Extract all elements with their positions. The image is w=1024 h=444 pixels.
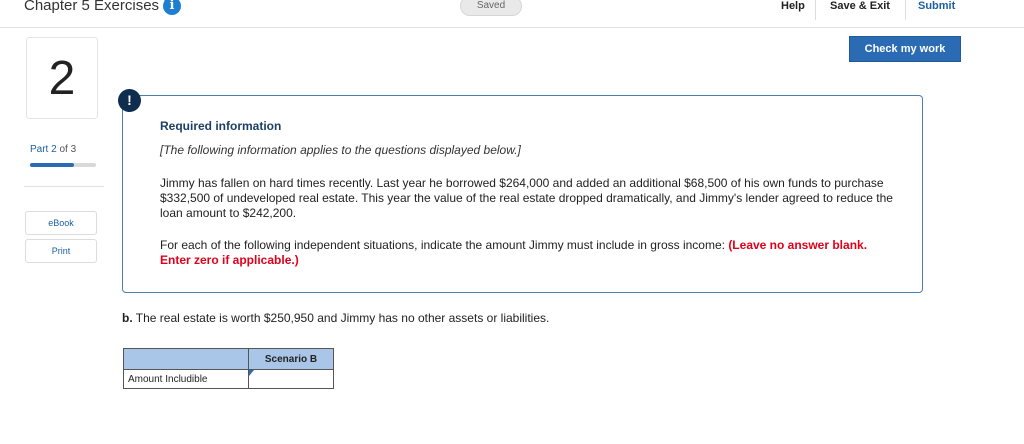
amount-includible-label: Amount Includible <box>123 369 249 389</box>
question-text: The real estate is worth $250,950 and Ji… <box>135 311 550 325</box>
required-information-box: Required information [The following info… <box>122 95 923 293</box>
scenario-b-header: Scenario B <box>248 348 334 370</box>
question-letter: b. <box>122 311 133 325</box>
amount-includible-input[interactable] <box>248 369 334 389</box>
instruction-text: For each of the following independent si… <box>160 238 900 268</box>
answer-table-corner <box>123 348 249 370</box>
save-exit-link[interactable]: Save & Exit <box>830 0 890 12</box>
required-info-title: Required information <box>160 119 282 133</box>
saved-status-badge: Saved <box>460 0 522 16</box>
table-row: Amount Includible <box>123 369 334 389</box>
problem-body-text: Jimmy has fallen on hard times recently.… <box>160 176 893 220</box>
part-indicator: Part 2 of 3 <box>30 144 76 155</box>
answer-table: Scenario B Amount Includible <box>123 348 334 389</box>
part-current: 2 <box>51 144 57 155</box>
assignment-title: Chapter 5 Exercises II <box>24 0 172 14</box>
submit-link[interactable]: Submit <box>918 0 955 12</box>
answer-table-header-row: Scenario B <box>123 348 334 370</box>
top-bar: Chapter 5 Exercises II i Saved Help Save… <box>0 0 1024 28</box>
help-link[interactable]: Help <box>781 0 805 12</box>
check-my-work-button[interactable]: Check my work <box>849 36 961 62</box>
info-icon[interactable]: i <box>163 0 181 15</box>
ebook-button[interactable]: eBook <box>25 211 97 235</box>
alert-icon: ! <box>118 89 141 112</box>
part-progress-fill <box>30 163 74 167</box>
print-button[interactable]: Print <box>25 239 97 263</box>
divider <box>815 0 816 20</box>
question-prompt: b. The real estate is worth $250,950 and… <box>122 311 549 325</box>
question-number: 2 <box>26 37 98 119</box>
required-info-subtitle: [The following information applies to th… <box>160 143 521 157</box>
part-total: of 3 <box>59 144 77 155</box>
instruction-main: For each of the following independent si… <box>160 238 725 252</box>
divider <box>905 0 906 20</box>
part-prefix: Part <box>30 144 49 155</box>
sidebar-divider <box>24 186 104 187</box>
input-marker-icon <box>249 370 254 376</box>
part-progress-bar <box>30 163 96 167</box>
